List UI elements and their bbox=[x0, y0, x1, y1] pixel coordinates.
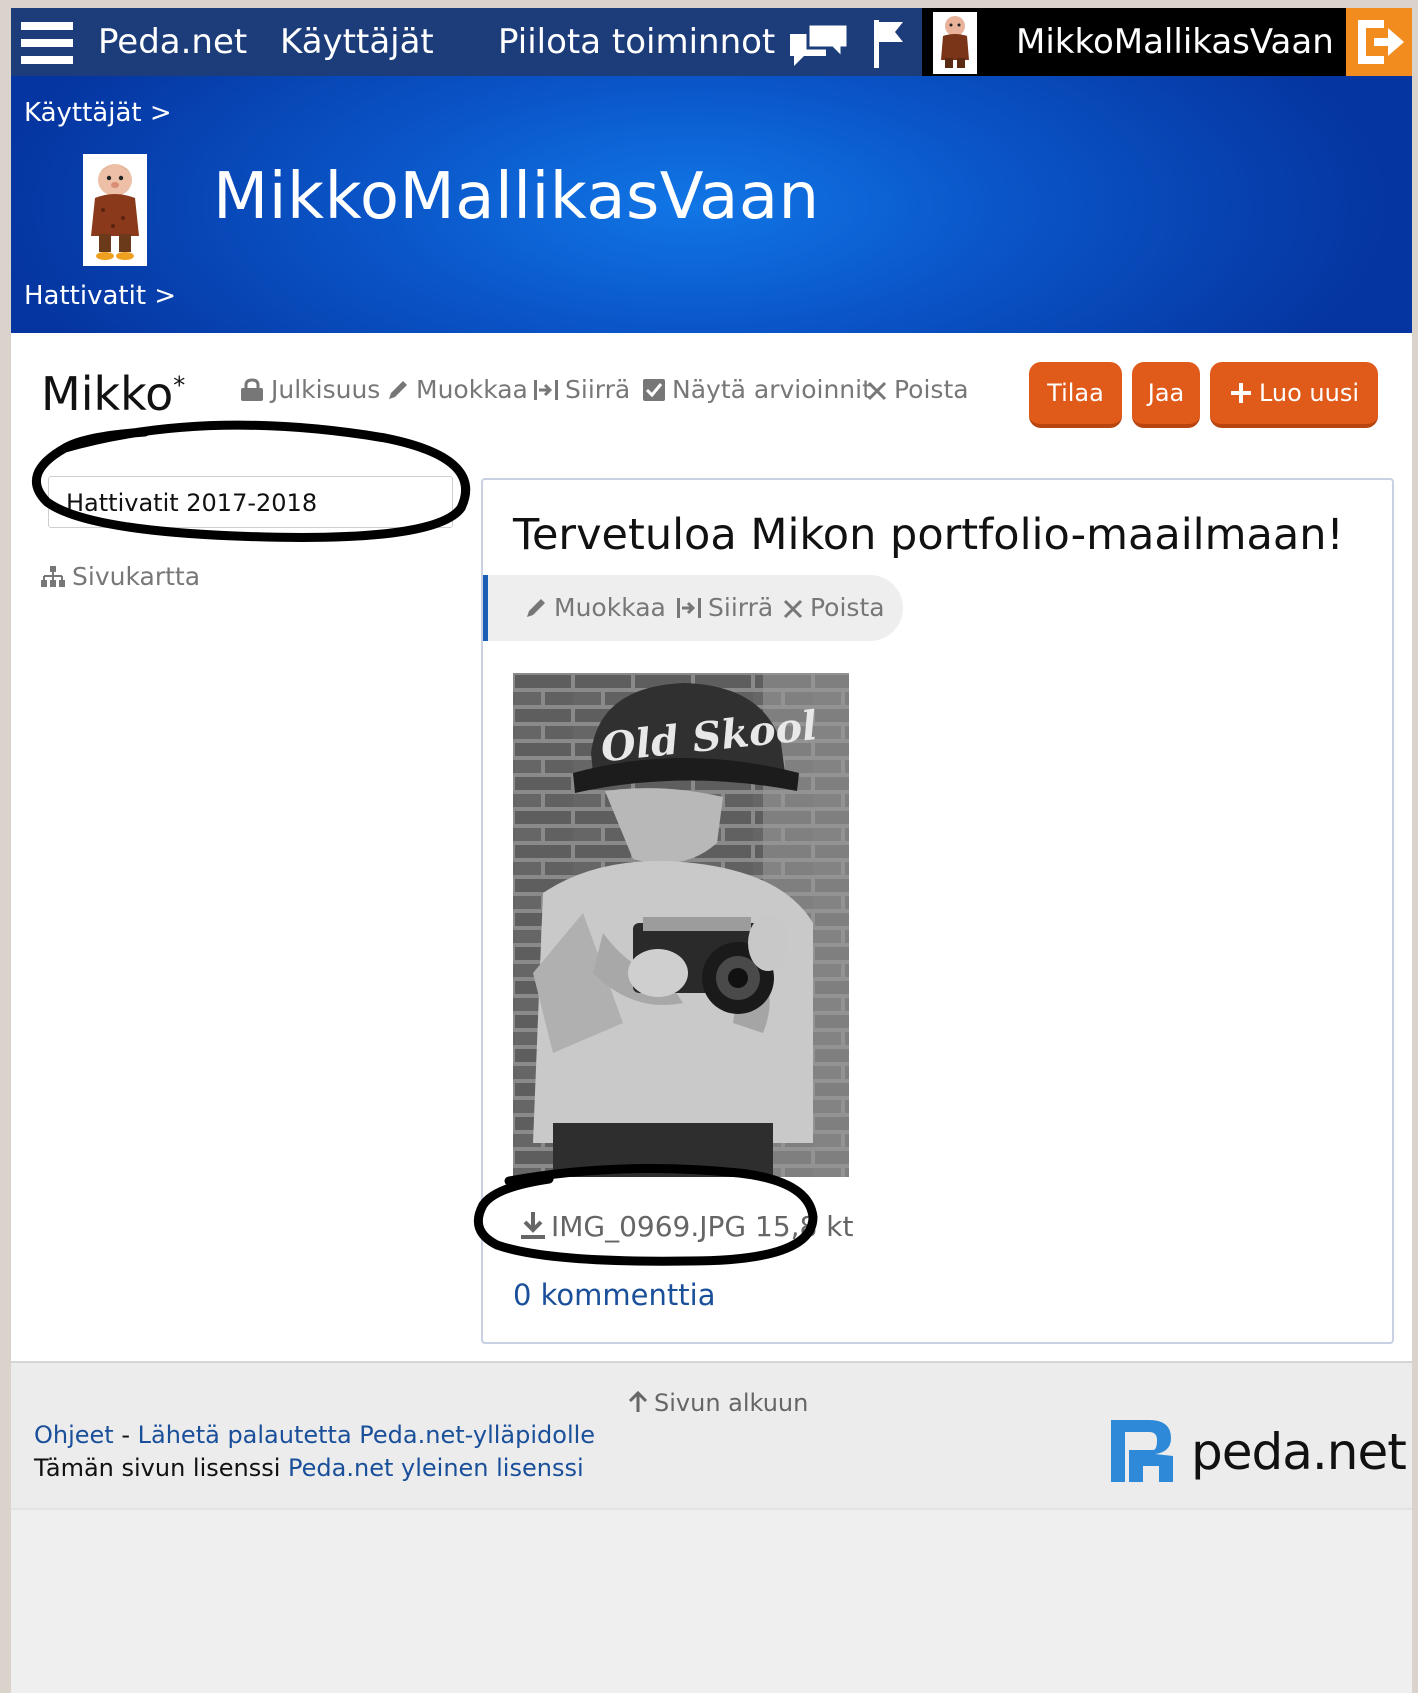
breadcrumb-users[interactable]: Käyttäjät > bbox=[24, 98, 172, 128]
nav-link-users[interactable]: Käyttäjät bbox=[280, 22, 434, 62]
file-size: 15,8 kt bbox=[755, 1210, 854, 1243]
move-icon bbox=[534, 380, 558, 400]
main-content: Mikko* Julkisuus Muokkaa Siirrä Näytä ar… bbox=[11, 333, 1412, 1361]
edit-button[interactable]: Muokkaa bbox=[386, 375, 528, 404]
card-delete-label: Poista bbox=[810, 593, 885, 622]
menu-icon[interactable] bbox=[21, 18, 73, 68]
license-link[interactable]: Peda.net yleinen lisenssi bbox=[288, 1454, 584, 1482]
content-card: Tervetuloa Mikon portfolio-maailmaan! Mu… bbox=[481, 478, 1394, 1344]
peda-logo-icon[interactable] bbox=[1109, 1418, 1177, 1484]
lock-icon bbox=[241, 378, 263, 401]
page-bottom-area bbox=[11, 1508, 1412, 1693]
license-prefix: Tämän sivun lisenssi bbox=[34, 1454, 289, 1482]
arrow-up-icon bbox=[628, 1390, 648, 1412]
card-move-label: Siirrä bbox=[708, 593, 774, 622]
page-title-text: Mikko bbox=[41, 367, 174, 421]
share-button[interactable]: Jaa bbox=[1132, 362, 1200, 428]
nav-link-peda[interactable]: Peda.net bbox=[98, 22, 247, 62]
footer-separator: - bbox=[113, 1421, 138, 1449]
subscribe-button[interactable]: Tilaa bbox=[1029, 362, 1122, 428]
card-move-button[interactable]: Siirrä bbox=[676, 593, 773, 622]
pencil-icon bbox=[389, 381, 407, 399]
publicity-button[interactable]: Julkisuus bbox=[239, 375, 380, 404]
back-to-top-link[interactable]: Sivun alkuun bbox=[626, 1389, 808, 1417]
portfolio-photo[interactable]: Old Skool bbox=[513, 673, 849, 1177]
close-icon bbox=[783, 599, 803, 619]
move-button[interactable]: Siirrä bbox=[533, 375, 630, 404]
breadcrumb-hattivatit[interactable]: Hattivatit > bbox=[24, 281, 176, 311]
hide-functions-link[interactable]: Piilota toiminnot bbox=[498, 22, 775, 62]
sitemap-label: Sivukartta bbox=[72, 562, 201, 591]
peda-logo-text[interactable]: peda.net bbox=[1191, 1423, 1407, 1481]
publicity-label: Julkisuus bbox=[271, 375, 381, 404]
delete-button[interactable]: Poista bbox=[866, 375, 969, 404]
move-label: Siirrä bbox=[565, 375, 631, 404]
plus-icon bbox=[1230, 383, 1251, 403]
sitemap-link[interactable]: Sivukartta bbox=[40, 562, 200, 591]
card-delete-button[interactable]: Poista bbox=[782, 593, 885, 622]
show-ratings-label: Näytä arvioinnit bbox=[672, 375, 872, 404]
card-edit-label: Muokkaa bbox=[554, 593, 666, 622]
card-toolbar: Muokkaa Siirrä Poista bbox=[483, 575, 903, 641]
avatar[interactable] bbox=[933, 12, 977, 74]
flag-icon[interactable] bbox=[871, 18, 907, 70]
page-footer: Sivun alkuun Ohjeet - Lähetä palautetta … bbox=[11, 1361, 1412, 1508]
logout-button[interactable] bbox=[1346, 8, 1412, 76]
feedback-link[interactable]: Lähetä palautetta Peda.net-ylläpidolle bbox=[138, 1421, 595, 1449]
download-icon bbox=[521, 1212, 545, 1239]
delete-label: Poista bbox=[894, 375, 969, 404]
help-link[interactable]: Ohjeet bbox=[34, 1421, 114, 1449]
file-download-link[interactable]: IMG_0969.JPG 15,8 kt bbox=[519, 1210, 853, 1243]
show-ratings-button[interactable]: Näytä arvioinnit bbox=[642, 375, 872, 404]
profile-avatar bbox=[83, 154, 147, 266]
sitemap-icon bbox=[41, 566, 65, 587]
create-new-label: Luo uusi bbox=[1258, 379, 1360, 407]
comments-link[interactable]: 0 kommenttia bbox=[513, 1278, 715, 1312]
sidebar-item-hattivatit[interactable]: Hattivatit 2017-2018 bbox=[48, 476, 453, 528]
browser-frame: Peda.net Käyttäjät Piilota toiminnot Mik… bbox=[11, 8, 1412, 1693]
top-navigation-bar: Peda.net Käyttäjät Piilota toiminnot Mik… bbox=[11, 8, 1412, 76]
header-title: MikkoMallikasVaan bbox=[213, 160, 820, 234]
username-label[interactable]: MikkoMallikasVaan bbox=[1016, 22, 1334, 62]
close-icon bbox=[867, 381, 887, 401]
page-header: Käyttäjät > MikkoMallikasVaan Hattivatit… bbox=[11, 76, 1412, 333]
page-title-mark: * bbox=[173, 371, 186, 400]
file-name: IMG_0969.JPG bbox=[551, 1210, 747, 1243]
create-new-button[interactable]: Luo uusi bbox=[1210, 362, 1378, 428]
edit-label: Muokkaa bbox=[416, 375, 528, 404]
logout-icon bbox=[1358, 20, 1404, 64]
footer-links: Ohjeet - Lähetä palautetta Peda.net-yllä… bbox=[34, 1421, 595, 1449]
pencil-icon bbox=[527, 599, 545, 617]
footer-license: Tämän sivun lisenssi Peda.net yleinen li… bbox=[34, 1454, 584, 1482]
chat-icon[interactable] bbox=[786, 20, 852, 72]
back-to-top-label: Sivun alkuun bbox=[654, 1389, 809, 1417]
card-edit-button[interactable]: Muokkaa bbox=[524, 593, 666, 622]
move-icon bbox=[677, 598, 701, 618]
page-title: Mikko* bbox=[41, 367, 185, 421]
card-title: Tervetuloa Mikon portfolio-maailmaan! bbox=[513, 510, 1344, 560]
checkbox-icon bbox=[643, 379, 665, 401]
